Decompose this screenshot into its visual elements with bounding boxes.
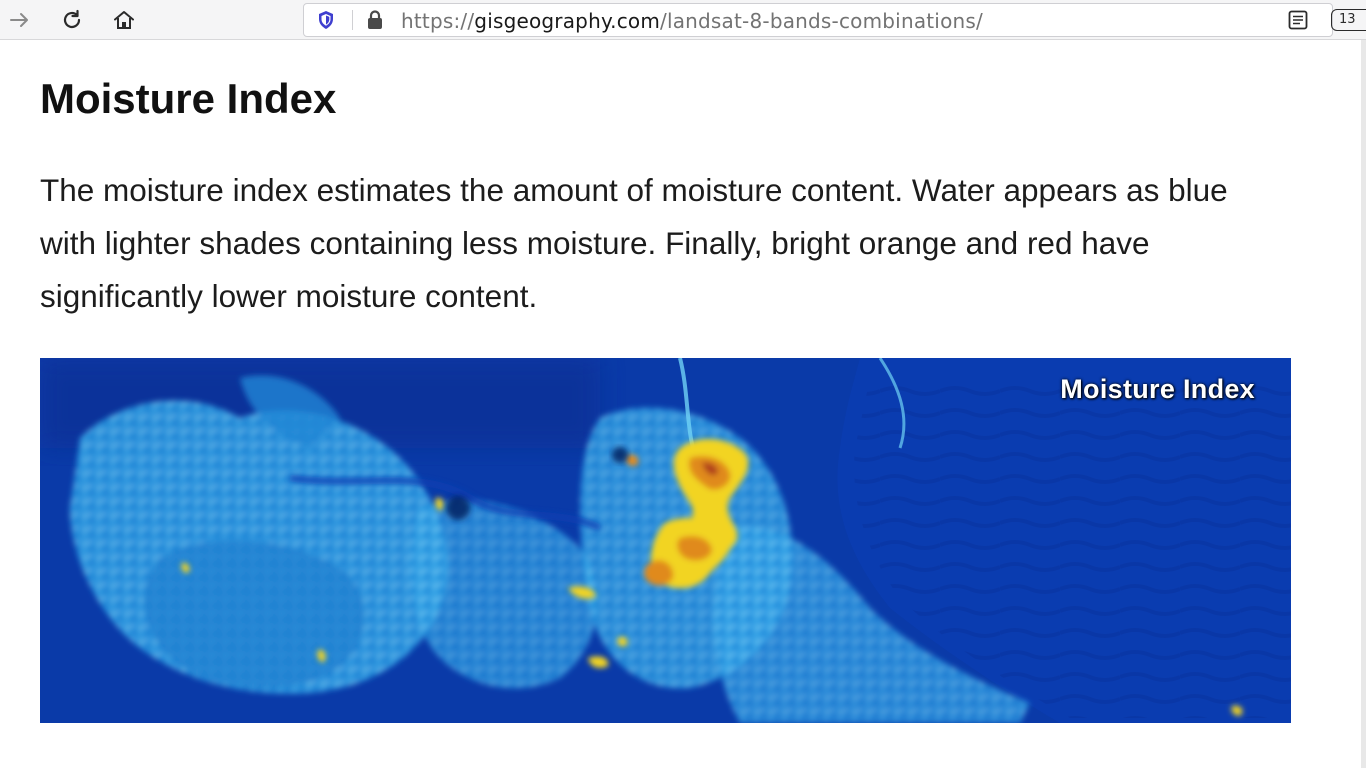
url-path: /landsat-8-bands-combinations/ xyxy=(660,9,983,33)
tracking-shield-icon[interactable] xyxy=(312,6,340,34)
url-text[interactable]: https://gisgeography.com/landsat-8-bands… xyxy=(401,10,983,32)
home-icon[interactable] xyxy=(110,6,138,34)
section-heading: Moisture Index xyxy=(40,75,337,122)
forward-arrow-icon[interactable] xyxy=(6,6,34,34)
reload-icon[interactable] xyxy=(58,6,86,34)
moisture-index-image: Moisture Index xyxy=(40,358,1291,723)
section-paragraph: The moisture index estimates the amount … xyxy=(40,172,1228,314)
tab-count-badge[interactable]: 13 xyxy=(1331,9,1366,31)
url-host: gisgeography.com xyxy=(474,9,661,33)
image-overlay-label: Moisture Index xyxy=(1060,374,1255,404)
browser-toolbar: https://gisgeography.com/landsat-8-bands… xyxy=(0,0,1366,40)
address-bar[interactable]: https://gisgeography.com/landsat-8-bands… xyxy=(303,3,1333,37)
page-scrollbar[interactable] xyxy=(1361,40,1366,768)
url-scheme: https:// xyxy=(401,9,475,33)
lock-icon[interactable] xyxy=(361,6,389,34)
reader-view-icon[interactable] xyxy=(1284,6,1312,34)
address-bar-separator xyxy=(352,10,353,30)
moisture-index-map xyxy=(40,358,1291,723)
